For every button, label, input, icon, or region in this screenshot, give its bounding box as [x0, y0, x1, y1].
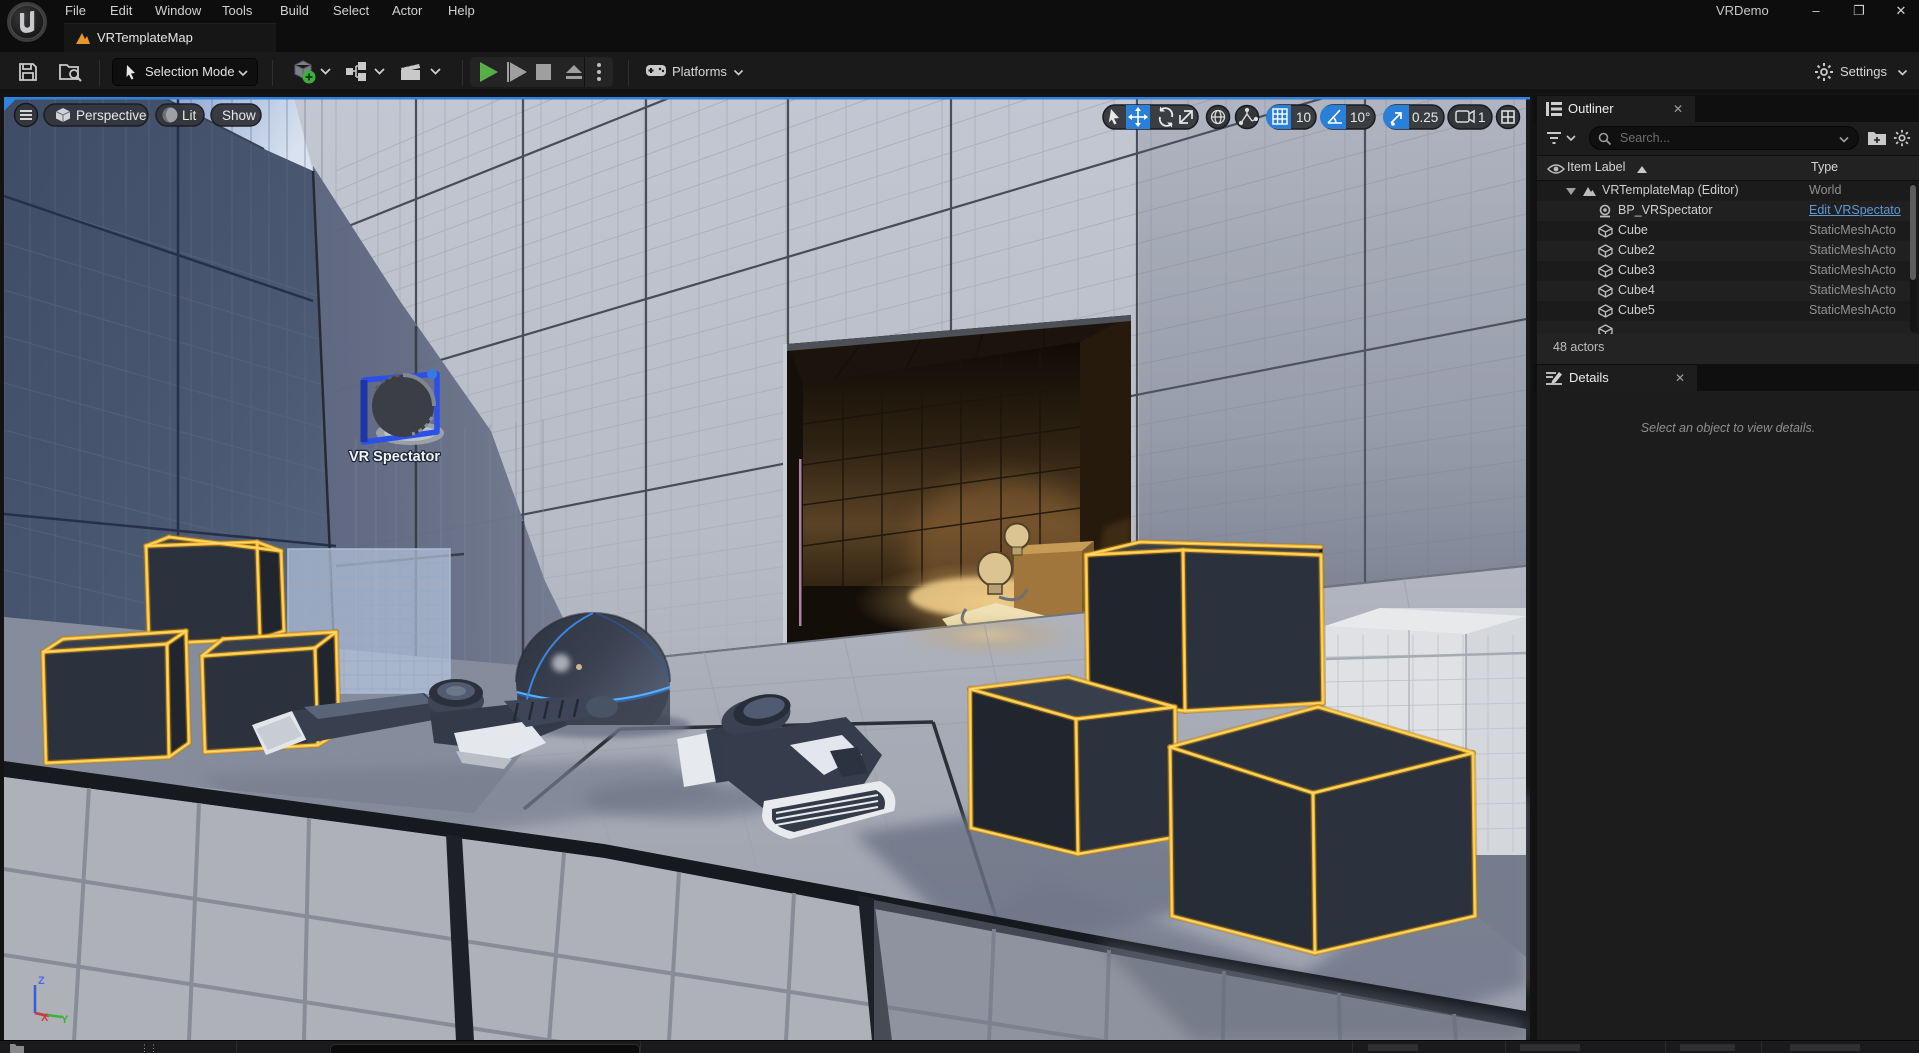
svg-text:X: X — [41, 1012, 49, 1024]
svg-text:0.25: 0.25 — [1412, 110, 1438, 125]
svg-text:VR Spectator: VR Spectator — [349, 449, 440, 465]
svg-text:Z: Z — [38, 975, 45, 987]
svg-text:10°: 10° — [1350, 110, 1370, 125]
svg-text:Perspective: Perspective — [76, 108, 147, 123]
svg-text:10: 10 — [1296, 110, 1311, 125]
svg-text:Show: Show — [222, 108, 256, 123]
svg-text:Y: Y — [61, 1014, 69, 1026]
svg-text:Lit: Lit — [182, 108, 197, 123]
svg-text:1: 1 — [1478, 110, 1486, 125]
